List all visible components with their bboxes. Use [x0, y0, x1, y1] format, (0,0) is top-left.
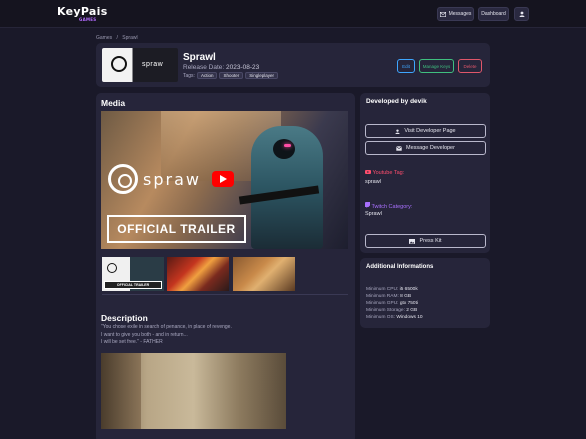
delete-button[interactable]: Delete	[458, 59, 482, 73]
breadcrumb-current: Sprawl	[122, 35, 138, 41]
breadcrumb: Games / Sprawl	[96, 35, 141, 41]
mail-icon	[396, 145, 402, 151]
youtube-play-icon[interactable]	[212, 171, 234, 187]
additional-info-heading: Additional Informations	[366, 264, 434, 270]
youtube-label-text: Youtube Tag:	[372, 170, 405, 176]
developer-heading: Developed by devik	[366, 98, 427, 105]
description-text: "You chose exile in search of penance, i…	[101, 324, 232, 347]
tag-chip[interactable]: Singleplayer	[245, 72, 278, 79]
info-value: 8 GB	[400, 294, 412, 299]
description-image	[101, 353, 286, 429]
edit-button[interactable]: Edit	[397, 59, 415, 73]
message-developer-button[interactable]: Message Developer	[365, 141, 486, 155]
description-heading: Description	[101, 313, 148, 323]
trailer-logo-icon	[108, 164, 138, 194]
breadcrumb-home[interactable]: Games	[96, 35, 112, 41]
breadcrumb-separator: /	[116, 35, 118, 41]
description-line: "You chose exile in search of penance, i…	[101, 324, 232, 330]
manage-keys-button[interactable]: Manage Keys	[419, 59, 454, 73]
thumbnail-scrollbar[interactable]	[102, 294, 348, 295]
tag-chip[interactable]: Shooter	[219, 72, 244, 79]
messages-button[interactable]: Messages	[437, 7, 474, 21]
youtube-icon	[365, 170, 371, 174]
info-label: Minimum Storage:	[366, 308, 405, 313]
info-value: i5 6500k	[399, 287, 418, 292]
thumbnail-logo-icon	[107, 263, 117, 273]
info-value: 2 GB	[406, 308, 418, 313]
release-value: 2023-08-23	[226, 64, 260, 71]
info-label: Minimum GPU:	[366, 301, 399, 306]
trailer-logo-text: spraw	[143, 170, 201, 189]
user-icon	[519, 11, 524, 17]
description-line: I will be set free." - FATHER	[101, 339, 163, 345]
message-developer-label: Message Developer	[406, 145, 455, 151]
user-icon	[395, 129, 400, 134]
twitch-category-label: Twitch Category:	[365, 202, 412, 210]
cover-logo-text: spraw	[142, 61, 164, 68]
media-thumbnail-2[interactable]	[167, 257, 229, 291]
tag-chip[interactable]: Action	[196, 72, 218, 79]
youtube-tag-value: sprawl	[365, 179, 381, 185]
logo-sub: GAMES	[79, 17, 97, 22]
min-storage-row: Minimum Storage: 2 GB	[366, 308, 417, 313]
visit-developer-button[interactable]: Visit Developer Page	[365, 124, 486, 138]
figure-visor	[284, 144, 291, 147]
min-gpu-row: Minimum GPU: gtx 750ti	[366, 301, 418, 306]
release-date: Release Date: 2023-08-23	[183, 64, 259, 71]
press-kit-button[interactable]: Press Kit	[365, 234, 486, 248]
info-label: Minimum OS:	[366, 315, 396, 320]
dashboard-button[interactable]: Dashboard	[478, 7, 509, 21]
top-navbar: KeyPais GAMES Messages Dashboard	[0, 0, 586, 28]
user-menu-button[interactable]	[514, 7, 529, 21]
tags-label: Tags:	[183, 72, 195, 79]
image-icon	[409, 238, 416, 244]
press-kit-label: Press Kit	[419, 238, 442, 244]
site-logo[interactable]: KeyPais GAMES	[57, 5, 108, 22]
media-thumbnail-1[interactable]: OFFICIAL TRAILER	[102, 257, 164, 291]
thumbnail-caption: OFFICIAL TRAILER	[104, 281, 162, 289]
twitch-category-value: Sprawl	[365, 211, 382, 217]
mail-icon	[439, 11, 446, 17]
min-ram-row: Minimum RAM: 8 GB	[366, 294, 411, 299]
release-label: Release Date:	[183, 64, 225, 71]
info-label: Minimum CPU:	[366, 287, 399, 292]
info-value: Windows 10	[396, 315, 423, 320]
trailer-caption: OFFICIAL TRAILER	[107, 215, 246, 243]
min-cpu-row: Minimum CPU: i5 6500k	[366, 287, 418, 292]
media-heading: Media	[101, 98, 126, 108]
description-line: I want to give you both - and in return.…	[101, 331, 188, 338]
twitch-label-text: Twitch Category:	[371, 204, 413, 210]
info-value: gtx 750ti	[399, 301, 418, 306]
info-label: Minimum RAM:	[366, 294, 399, 299]
media-thumbnail-3[interactable]	[233, 257, 295, 291]
messages-label: Messages	[448, 11, 472, 17]
youtube-tag-label: Youtube Tag:	[365, 170, 404, 176]
figure-face	[273, 139, 295, 159]
min-os-row: Minimum OS: Windows 10	[366, 315, 423, 320]
game-cover-image: spraw	[102, 48, 178, 82]
game-title: Sprawl	[183, 52, 216, 63]
twitch-icon	[365, 202, 370, 208]
visit-developer-label: Visit Developer Page	[404, 128, 456, 134]
tag-list: Tags: Action Shooter Singleplayer	[183, 72, 278, 79]
game-logo-icon	[111, 56, 127, 72]
dashboard-label: Dashboard	[481, 11, 506, 17]
